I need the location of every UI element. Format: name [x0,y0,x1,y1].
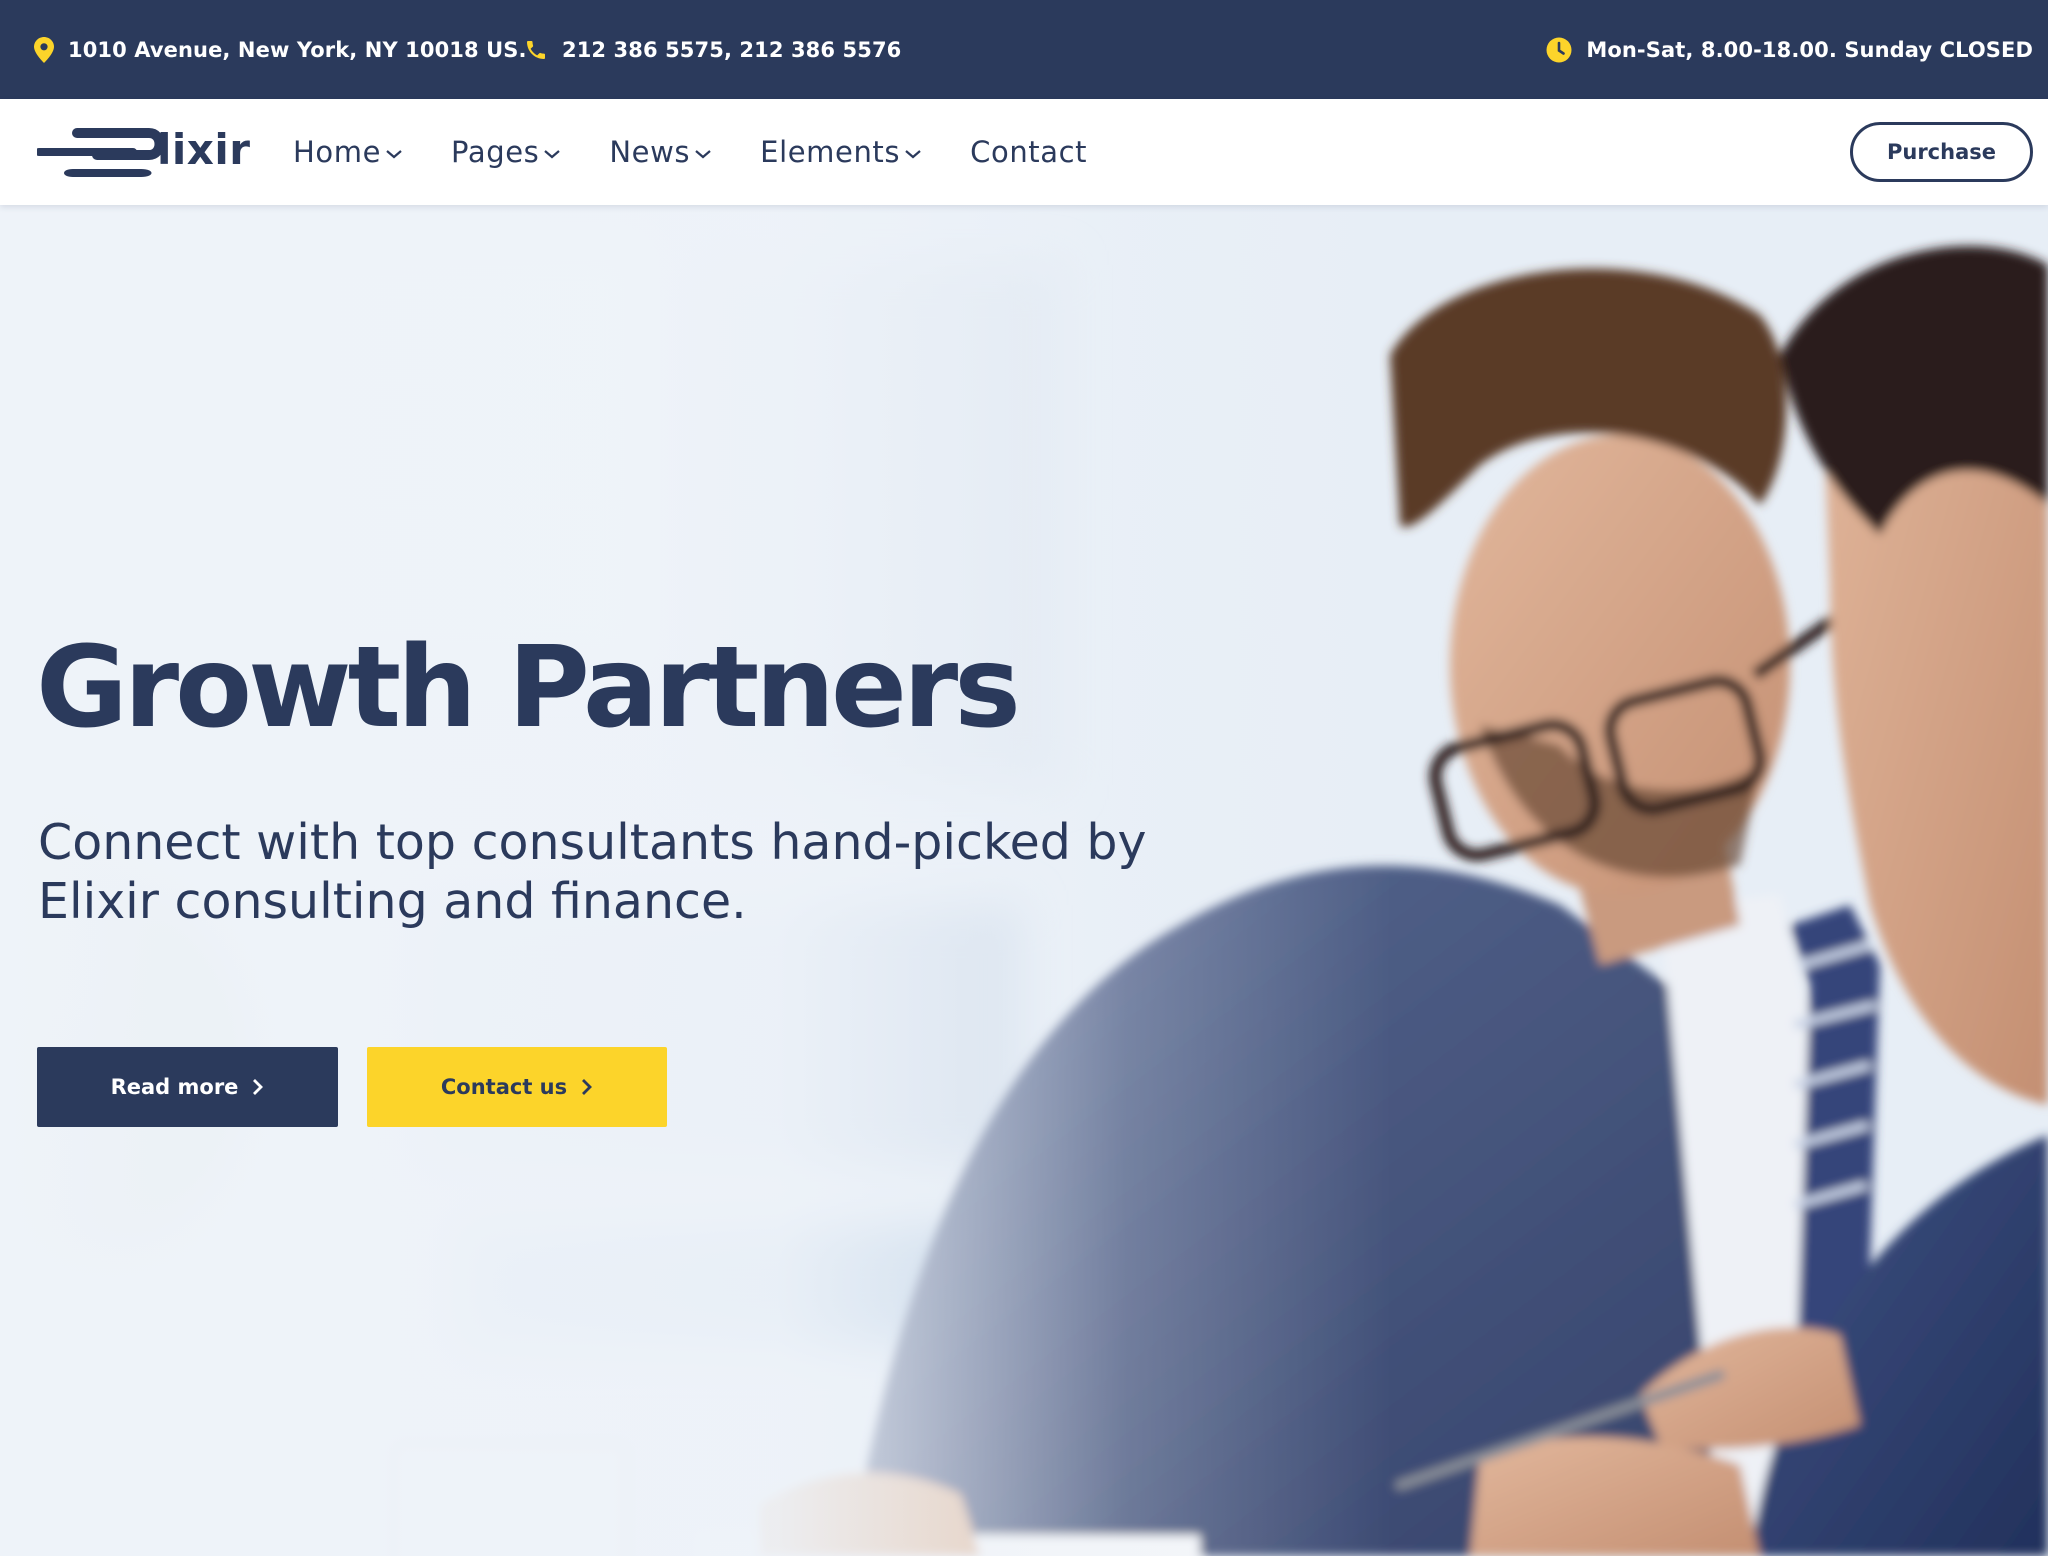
nav-item-label: Home [293,135,382,169]
nav-item-pages[interactable]: Pages [451,135,561,169]
phone-text: 212 386 5575, 212 386 5576 [562,37,902,62]
main-navbar: lixir Home Pages News Elements Contact P… [0,99,2048,205]
chevron-down-icon [905,150,921,159]
hero-title: Growth Partners [36,623,1021,753]
nav-item-home[interactable]: Home [293,135,403,169]
address-info: 1010 Avenue, New York, NY 10018 US. [34,0,527,99]
map-pin-icon [34,36,54,63]
clock-icon [1546,37,1572,62]
contact-us-label: Contact us [440,1075,568,1099]
nav-item-label: Elements [760,135,901,169]
nav-item-label: Contact [970,135,1088,169]
hours-text: Mon-Sat, 8.00-18.00. Sunday CLOSED [1586,37,2033,62]
address-text: 1010 Avenue, New York, NY 10018 US. [68,37,527,62]
chevron-down-icon [386,150,402,159]
top-info-bar: 1010 Avenue, New York, NY 10018 US. 212 … [0,0,2048,99]
purchase-button[interactable]: Purchase [1850,122,2033,182]
nav-menu: Home Pages News Elements Contact [293,99,1135,205]
nav-item-elements[interactable]: Elements [760,135,922,169]
chevron-down-icon [695,150,711,159]
nav-item-label: Pages [451,135,540,169]
hero-section: Growth Partners Connect with top consult… [0,205,2048,1556]
read-more-label: Read more [110,1075,239,1099]
hours-info: Mon-Sat, 8.00-18.00. Sunday CLOSED [1546,0,2033,99]
nav-item-news[interactable]: News [609,135,712,169]
read-more-button[interactable]: Read more [37,1047,338,1127]
phone-icon [527,40,545,59]
site-logo[interactable]: lixir [37,121,250,183]
hero-subtitle: Connect with top consultants hand-picked… [38,814,1147,930]
chevron-right-icon [582,1079,593,1095]
nav-item-contact[interactable]: Contact [970,135,1087,169]
contact-us-button[interactable]: Contact us [367,1047,667,1127]
logo-text: lixir [157,125,251,174]
phone-info[interactable]: 212 386 5575, 212 386 5576 [524,0,901,99]
nav-item-label: News [609,135,691,169]
logo-mark-icon [37,128,163,177]
chevron-right-icon [253,1079,264,1095]
chevron-down-icon [544,150,561,159]
